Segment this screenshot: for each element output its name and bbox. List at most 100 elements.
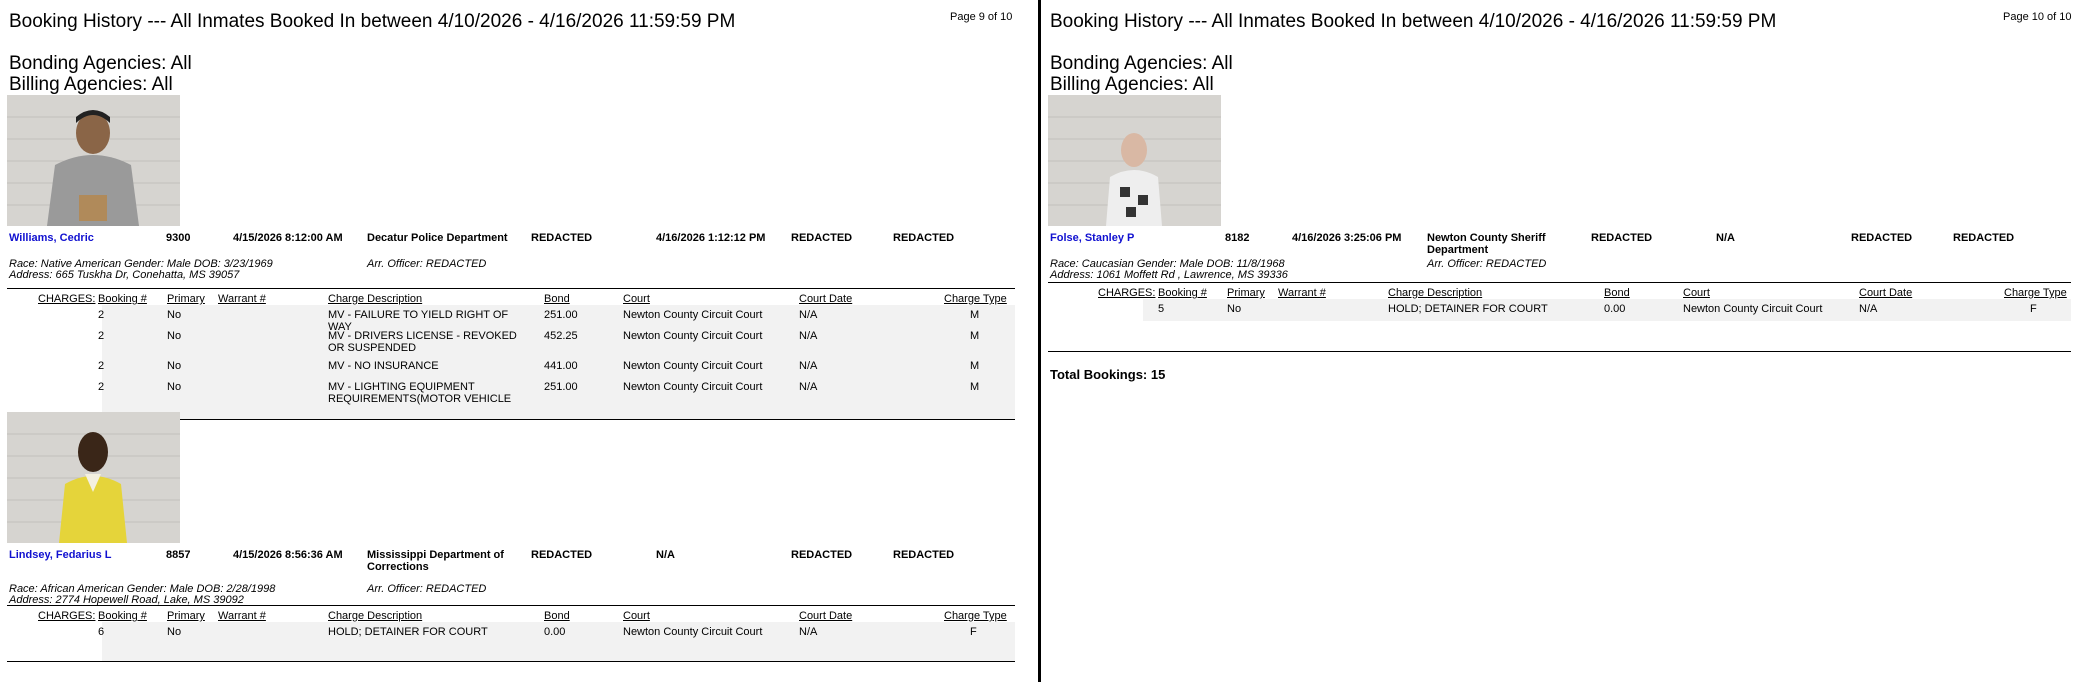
charge-description: MV - NO INSURANCE [328,360,439,372]
inmate-photo [7,412,180,543]
charge-booking: 2 [98,330,105,342]
booking-id: 9300 [166,232,191,244]
col-bond: Bond [544,610,570,622]
col-court: Court [623,293,650,305]
address: Address: 1061 Moffett Rd , Lawrence, MS … [1050,269,1288,281]
booking-record: Lindsey, Fedarius L 8857 4/15/2026 8:56:… [0,549,1016,662]
charge-bond: 0.00 [544,626,566,638]
report-page-9: Booking History --- All Inmates Booked I… [0,0,1038,682]
col-charge-type: Charge Type [2004,287,2067,299]
charges-label: CHARGES: [38,293,96,305]
charge-booking: 2 [98,309,105,321]
col-bond: Bond [544,293,570,305]
charge-primary: No [167,309,182,321]
charge-court-date: N/A [799,626,818,638]
page-number: Page 9 of 10 [950,11,1013,23]
charge-row: 2 No MV - FAILURE TO YIELD RIGHT OF WAY … [7,305,1015,333]
charges-header: CHARGES: Booking # Primary Warrant # Cha… [7,289,1015,305]
col-booking: Booking # [1158,287,1207,299]
field-redacted: REDACTED [1851,232,1913,244]
field-redacted: REDACTED [893,549,955,561]
charges-table: CHARGES: Booking # Primary Warrant # Cha… [7,288,1015,420]
charge-court: Newton County Circuit Court [623,330,763,342]
inmate-name-link[interactable]: Williams, Cedric [9,232,94,244]
col-primary: Primary [1227,287,1265,299]
field-redacted: REDACTED [531,549,593,561]
field-redacted: REDACTED [531,232,593,244]
release-date: N/A [1716,232,1735,244]
charge-court: Newton County Circuit Court [1683,303,1823,315]
charge-type: F [970,626,977,638]
booked-date: 4/15/2026 8:56:36 AM [233,549,343,561]
charge-bond: 251.00 [544,381,578,393]
col-primary: Primary [167,610,205,622]
charge-court-date: N/A [799,330,818,342]
charge-court-date: N/A [1859,303,1878,315]
charge-primary: No [167,626,182,638]
booked-date: 4/16/2026 3:25:06 PM [1292,232,1402,244]
charge-primary: No [1227,303,1242,315]
field-redacted: REDACTED [1953,232,2015,244]
charge-row: 2 No MV - NO INSURANCE 441.00 Newton Cou… [7,356,1015,377]
charge-bond: 251.00 [544,309,578,321]
bonding-agencies: Bonding Agencies: All [1050,53,1233,74]
charge-row: 2 No MV - DRIVERS LICENSE - REVOKED OR S… [7,326,1015,356]
charge-row: 5 No HOLD; DETAINER FOR COURT 0.00 Newto… [1048,299,2071,320]
col-charge-type: Charge Type [944,293,1007,305]
col-charge-type: Charge Type [944,610,1007,622]
charge-row: 6 No HOLD; DETAINER FOR COURT 0.00 Newto… [7,622,1015,643]
charge-description: MV - LIGHTING EQUIPMENT REQUIREMENTS(MOT… [328,381,512,405]
inmate-name-link[interactable]: Folse, Stanley P [1050,232,1134,244]
charge-booking: 6 [98,626,105,638]
billing-agencies: Billing Agencies: All [1050,74,1214,95]
col-warrant: Warrant # [218,293,266,305]
charge-court: Newton County Circuit Court [623,360,763,372]
arresting-agency: Decatur Police Department [367,232,508,244]
col-court: Court [1683,287,1710,299]
booking-record: Folse, Stanley P 8182 4/16/2026 3:25:06 … [1041,232,2071,321]
charge-primary: No [167,360,182,372]
field-redacted: REDACTED [893,232,955,244]
report-title: Booking History --- All Inmates Booked I… [9,11,736,32]
charge-booking: 5 [1158,303,1165,315]
charge-type: M [970,381,980,393]
charge-booking: 2 [98,381,105,393]
col-description: Charge Description [1388,287,1483,299]
charge-description: MV - DRIVERS LICENSE - REVOKED OR SUSPEN… [328,330,517,354]
inmate-photo [1048,95,1221,226]
charge-type: M [970,309,980,321]
release-date: N/A [656,549,675,561]
report-page-10: Booking History --- All Inmates Booked I… [1041,0,2093,682]
arresting-agency: Newton County Sheriff Department [1427,232,1546,256]
booking-id: 8857 [166,549,191,561]
col-warrant: Warrant # [1278,287,1326,299]
billing-agencies: Billing Agencies: All [9,74,173,95]
charge-booking: 2 [98,360,105,372]
charge-bond: 452.25 [544,330,578,342]
charge-bond: 0.00 [1604,303,1626,315]
inmate-photo [7,95,180,226]
col-description: Charge Description [328,293,423,305]
col-court-date: Court Date [1859,287,1913,299]
charge-type: F [2030,303,2037,315]
charge-type: M [970,360,980,372]
charges-table: CHARGES: Booking # Primary Warrant # Cha… [7,605,1015,662]
inmate-name-link[interactable]: Lindsey, Fedarius L [9,549,112,561]
field-redacted: REDACTED [791,549,853,561]
charge-bond: 441.00 [544,360,578,372]
charges-label: CHARGES: [1098,287,1156,299]
address: Address: 665 Tuskha Dr, Conehatta, MS 39… [9,269,240,281]
booking-id: 8182 [1225,232,1250,244]
total-bookings: Total Bookings: 15 [1050,367,1166,382]
col-court-date: Court Date [799,610,853,622]
arresting-officer: Arr. Officer: REDACTED [367,258,487,270]
charges-header: CHARGES: Booking # Primary Warrant # Cha… [7,606,1015,622]
charges-header: CHARGES: Booking # Primary Warrant # Cha… [1048,283,2071,299]
col-booking: Booking # [98,293,147,305]
booked-date: 4/15/2026 8:12:00 AM [233,232,343,244]
charge-description: HOLD; DETAINER FOR COURT [328,626,488,638]
charge-court-date: N/A [799,360,818,372]
arresting-agency: Mississippi Department of Corrections [367,549,504,573]
charges-table: CHARGES: Booking # Primary Warrant # Cha… [1048,282,2071,321]
charge-type: M [970,330,980,342]
